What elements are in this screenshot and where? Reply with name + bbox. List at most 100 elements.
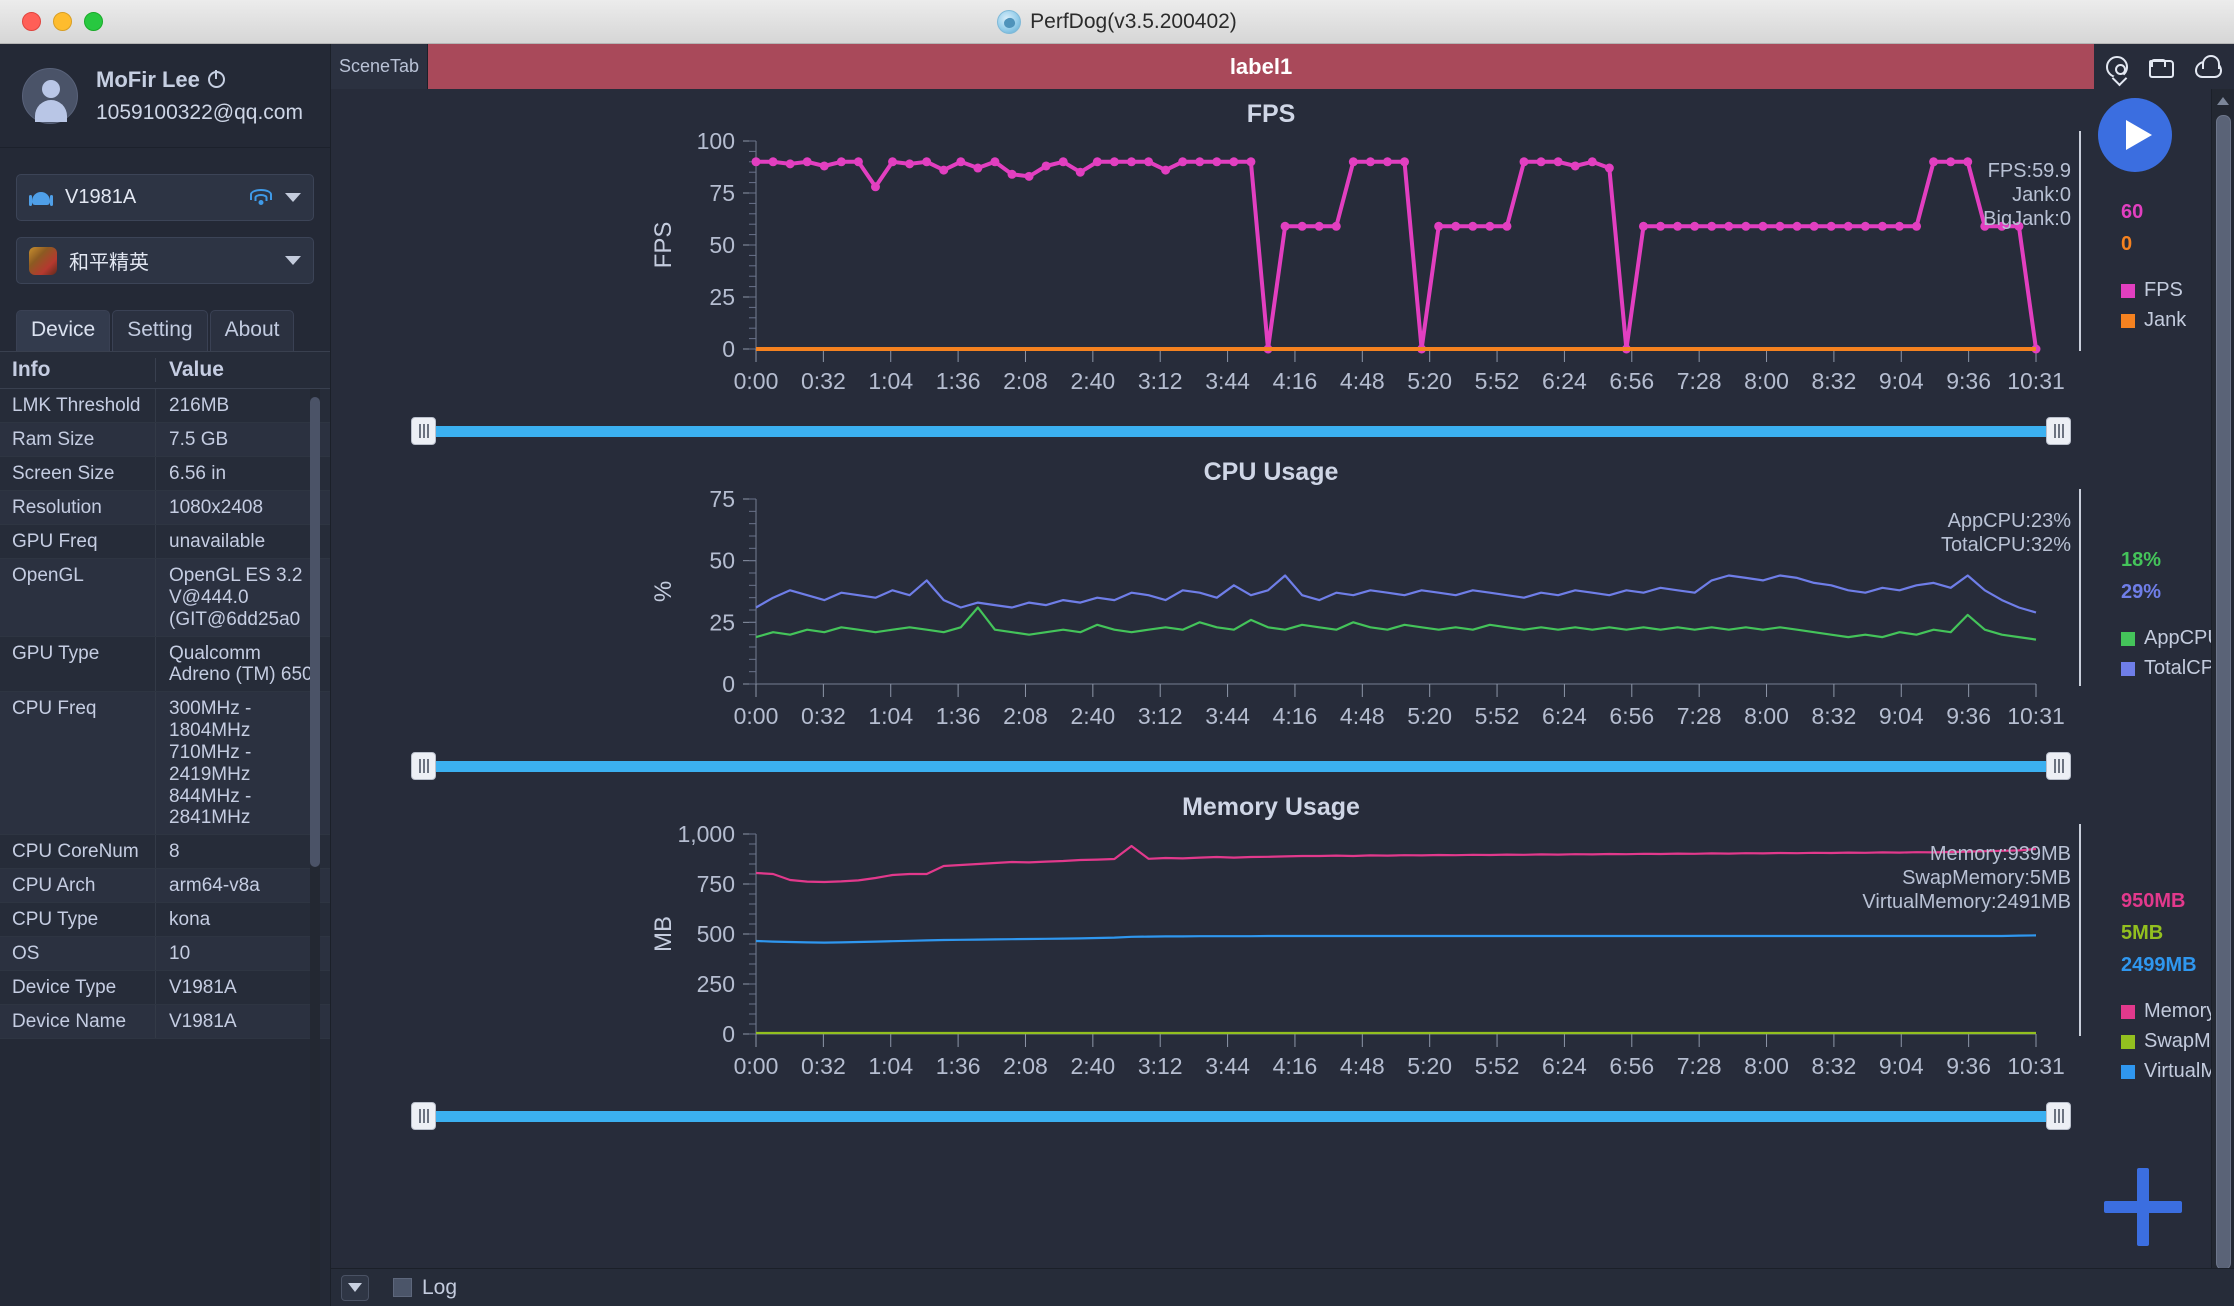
svg-text:5:52: 5:52 [1475, 368, 1520, 394]
table-row[interactable]: Resolution 1080x2408 [0, 491, 330, 525]
sidebar-scrollbar-track[interactable] [310, 389, 320, 1306]
plot-area[interactable]: 0 250 500 750 1,000 0:00 0:32 1:04 1:36 2:08 2:40 3… [331, 822, 2211, 1100]
legend-label: AppCPU [2144, 627, 2211, 649]
chart-fps: FPS 0 25 50 75 100 0:00 0:32 1:04 1:36 2:08 2:40 3:1… [331, 89, 2211, 447]
power-icon[interactable] [207, 70, 225, 88]
svg-text:FPS: FPS [650, 222, 677, 269]
svg-text:0:00: 0:00 [734, 1053, 779, 1079]
svg-text:3:12: 3:12 [1138, 368, 1183, 394]
slider-handle-right[interactable] [2046, 752, 2071, 780]
annotation-line: FPS:59.9 [1987, 160, 2071, 182]
sidebar-scrollbar-thumb[interactable] [310, 397, 320, 867]
svg-text:2:40: 2:40 [1070, 368, 1115, 394]
info-table-body[interactable]: LMK Threshold 216MB Ram Size 7.5 GB Screen S… [0, 389, 330, 1306]
slider-handle-right[interactable] [2046, 1102, 2071, 1130]
chevron-down-icon[interactable] [285, 193, 301, 202]
tab-setting[interactable]: Setting [112, 310, 208, 351]
slider-handle-left[interactable] [411, 417, 436, 445]
time-range-slider[interactable] [331, 1100, 2211, 1132]
legend-value: 5MB [2121, 922, 2164, 944]
annotation-line: AppCPU:23% [1947, 510, 2071, 532]
legend-label: Jank [2144, 309, 2187, 331]
svg-text:6:24: 6:24 [1542, 703, 1587, 729]
charts-scroll-area[interactable]: FPS 0 25 50 75 100 0:00 0:32 1:04 1:36 2:08 2:40 3:1… [331, 89, 2211, 1306]
svg-text:5:20: 5:20 [1407, 1053, 1452, 1079]
app-select-label: 和平精英 [69, 252, 149, 274]
sidebar-tabs: Device Setting About [16, 310, 330, 351]
chart-title: CPU Usage [1203, 458, 1339, 486]
plus-icon[interactable] [2104, 1168, 2182, 1246]
charts-scrollbar[interactable] [2211, 89, 2234, 1306]
table-row[interactable]: OS 10 [0, 937, 330, 972]
legend-entry[interactable]: VirtualMemory [2121, 1060, 2211, 1083]
info-cell: CPU Type [12, 909, 99, 931]
tab-about[interactable]: About [209, 310, 295, 351]
legend-entry[interactable]: TotalCPU [2121, 657, 2211, 680]
table-row[interactable]: GPU Type Qualcomm Adreno (TM) 650 [0, 636, 330, 693]
table-row[interactable]: CPU CoreNum 8 [0, 835, 330, 870]
scene-tab-button[interactable]: SceneTab [331, 44, 428, 89]
scroll-up-icon[interactable] [2217, 97, 2229, 105]
plot-area[interactable]: 0 25 50 75 100 0:00 0:32 1:04 1:36 2:08 2:40 3:12 3:… [331, 129, 2211, 415]
table-row[interactable]: CPU Type kona [0, 903, 330, 938]
legend-entry[interactable]: AppCPU [2121, 627, 2211, 650]
slider-handle-left[interactable] [411, 752, 436, 780]
svg-text:5:52: 5:52 [1475, 703, 1520, 729]
table-row[interactable]: Device Type V1981A [0, 971, 330, 1006]
minimize-button[interactable] [53, 12, 72, 31]
info-cell: LMK Threshold [12, 395, 141, 416]
chevron-down-icon[interactable] [285, 256, 301, 265]
table-row[interactable]: Ram Size 7.5 GB [0, 423, 330, 457]
legend-entry[interactable]: Memory [2121, 1000, 2211, 1023]
folder-icon[interactable] [2149, 59, 2174, 78]
slider-track[interactable] [426, 1111, 2056, 1122]
svg-text:750: 750 [697, 871, 735, 897]
chart-annotations: AppCPU:23% TotalCPU:32% [1611, 509, 2071, 557]
app-select[interactable]: 和平精英 [16, 237, 314, 284]
svg-text:0: 0 [722, 671, 735, 697]
charts-scrollbar-thumb[interactable] [2216, 115, 2231, 1270]
window-titlebar: PerfDog(v3.5.200402) [0, 0, 2234, 44]
svg-text:10:31: 10:31 [2007, 1053, 2065, 1079]
slider-track[interactable] [426, 426, 2056, 437]
plot-area[interactable]: 0 25 50 75 0:00 0:32 1:04 1:36 2:08 2:40 3:12 3:44 4… [331, 487, 2211, 750]
collapse-button[interactable] [341, 1274, 369, 1301]
time-range-slider[interactable] [331, 415, 2211, 447]
table-row[interactable]: LMK Threshold 216MB [0, 389, 330, 423]
svg-text:5:20: 5:20 [1407, 703, 1452, 729]
log-checkbox[interactable] [393, 1278, 412, 1297]
table-row[interactable]: Screen Size 6.56 in [0, 457, 330, 491]
svg-text:0:32: 0:32 [801, 1053, 846, 1079]
bottom-bar: Log [331, 1268, 2234, 1306]
location-pin-icon[interactable] [2106, 55, 2128, 78]
svg-text:5:20: 5:20 [1407, 368, 1452, 394]
slider-handle-right[interactable] [2046, 417, 2071, 445]
legend-entry[interactable]: SwapMemory [2121, 1030, 2211, 1053]
table-row[interactable]: GPU Freq unavailable [0, 525, 330, 559]
android-icon [29, 186, 53, 210]
legend-entry[interactable]: FPS [2121, 279, 2186, 302]
slider-track[interactable] [426, 761, 2056, 772]
cloud-icon[interactable] [2195, 55, 2222, 78]
zoom-button[interactable] [84, 12, 103, 31]
legend-entry[interactable]: Jank [2121, 309, 2186, 332]
value-cell: Qualcomm Adreno (TM) 650 [155, 636, 330, 692]
svg-text:1:36: 1:36 [936, 368, 981, 394]
table-row[interactable]: CPU Arch arm64-v8a [0, 869, 330, 904]
legend-label: TotalCPU [2144, 657, 2211, 679]
svg-text:MB: MB [650, 916, 677, 952]
active-label-tab[interactable]: label1 [428, 44, 2094, 89]
slider-handle-left[interactable] [411, 1102, 436, 1130]
tab-device[interactable]: Device [16, 310, 111, 351]
device-select[interactable]: V1981A [16, 174, 314, 221]
table-row[interactable]: CPU Freq 300MHz - 1804MHz 710MHz - 2419MH… [0, 692, 330, 836]
table-row[interactable]: OpenGL OpenGL ES 3.2 V@444.0 (GIT@6dd25a0 [0, 559, 330, 637]
wifi-icon [249, 188, 273, 207]
close-button[interactable] [22, 12, 41, 31]
svg-text:3:44: 3:44 [1205, 368, 1250, 394]
time-range-slider[interactable] [331, 750, 2211, 782]
svg-text:3:44: 3:44 [1205, 703, 1250, 729]
play-icon[interactable] [2098, 98, 2172, 172]
avatar-icon[interactable] [22, 67, 78, 124]
table-row[interactable]: Device Name V1981A [0, 1005, 330, 1040]
